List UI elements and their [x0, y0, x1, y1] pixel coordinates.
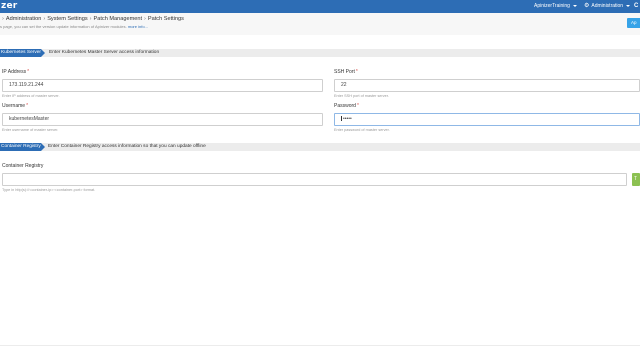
container-registry-input[interactable] — [2, 173, 627, 186]
password-input[interactable]: ••••• — [334, 113, 640, 126]
registry-section-header: Container Registry Enter Container Regis… — [0, 143, 640, 151]
kubernetes-section-description: Enter Kubernetes Master Server access in… — [49, 50, 160, 55]
ip-address-input[interactable]: 173.119.21.244 — [2, 79, 323, 92]
required-marker: * — [355, 69, 358, 75]
gear-icon: ⚙ — [584, 3, 590, 9]
page-subtitle: s page, you can set the version update i… — [0, 24, 148, 29]
breadcrumb-separator-icon: › — [89, 16, 92, 22]
header-action-button[interactable]: Ap — [627, 18, 640, 28]
username-label: Username* — [2, 103, 28, 109]
password-label-text: Password — [334, 103, 356, 109]
more-info-link[interactable]: more info... — [128, 24, 148, 29]
breadcrumb-separator-icon: › — [144, 16, 146, 22]
ip-address-label-text: IP Address — [2, 69, 27, 75]
app-logo[interactable]: zer — [1, 0, 17, 13]
text-cursor — [341, 116, 342, 122]
username-input[interactable]: kubernetesMaster — [2, 113, 323, 126]
ssh-port-label: SSH Port* — [334, 69, 358, 75]
ip-address-label: IP Address* — [2, 69, 29, 75]
breadcrumb: › Administration › System Settings › Patch Ma… — [0, 16, 184, 22]
required-marker: * — [356, 103, 359, 109]
caret-down-icon — [626, 4, 631, 7]
administration-menu[interactable]: ⚙ Administration — [584, 0, 631, 13]
password-label: Password* — [334, 103, 359, 109]
username-help: Enter username of master server. — [2, 128, 59, 132]
breadcrumb-item-administration[interactable]: Administration — [6, 16, 41, 22]
username-label-text: Username — [2, 103, 26, 109]
required-marker: * — [26, 103, 29, 109]
ip-address-help: Enter IP address of master server. — [2, 94, 60, 98]
container-registry-help: Type in http(s)://<container-ip>:<contai… — [2, 188, 96, 192]
page-subtitle-text: s page, you can set the version update i… — [0, 24, 127, 29]
caret-down-icon — [572, 4, 577, 7]
top-navbar: zer ApinizerTraining ⚙ Administration C — [0, 0, 640, 13]
breadcrumb-item-patch-management[interactable]: Patch Management — [94, 16, 143, 22]
user-menu-label: ApinizerTraining — [534, 3, 570, 9]
kubernetes-section-header: Kubernetes Server Enter Kubernetes Maste… — [0, 49, 640, 57]
user-menu[interactable]: ApinizerTraining — [534, 0, 577, 13]
breadcrumb-separator-icon: › — [43, 16, 46, 22]
registry-addon-button[interactable]: T — [632, 173, 640, 186]
registry-section-description: Enter Container Registry access informat… — [48, 144, 206, 149]
password-help: Enter password of master server. — [334, 128, 390, 132]
container-registry-label: Container Registry — [2, 163, 44, 169]
page-header: › Administration › System Settings › Patch Ma… — [0, 13, 640, 35]
breadcrumb-separator-icon: › — [2, 16, 4, 22]
registry-section-tag: Container Registry — [0, 143, 45, 151]
password-value: ••••• — [343, 116, 352, 122]
ssh-port-input[interactable]: 22 — [334, 79, 640, 92]
breadcrumb-item-patch-settings: Patch Settings — [147, 16, 184, 22]
administration-menu-label: Administration — [591, 3, 624, 9]
ssh-port-help: Enter SSH port of master server. — [334, 94, 389, 98]
required-marker: * — [27, 69, 30, 75]
breadcrumb-item-system-settings[interactable]: System Settings — [47, 16, 87, 22]
page-bottom-divider — [0, 345, 640, 346]
ssh-port-label-text: SSH Port — [334, 69, 355, 75]
kubernetes-section-tag: Kubernetes Server — [0, 49, 45, 57]
topbar-edge-item[interactable]: C — [634, 0, 638, 13]
